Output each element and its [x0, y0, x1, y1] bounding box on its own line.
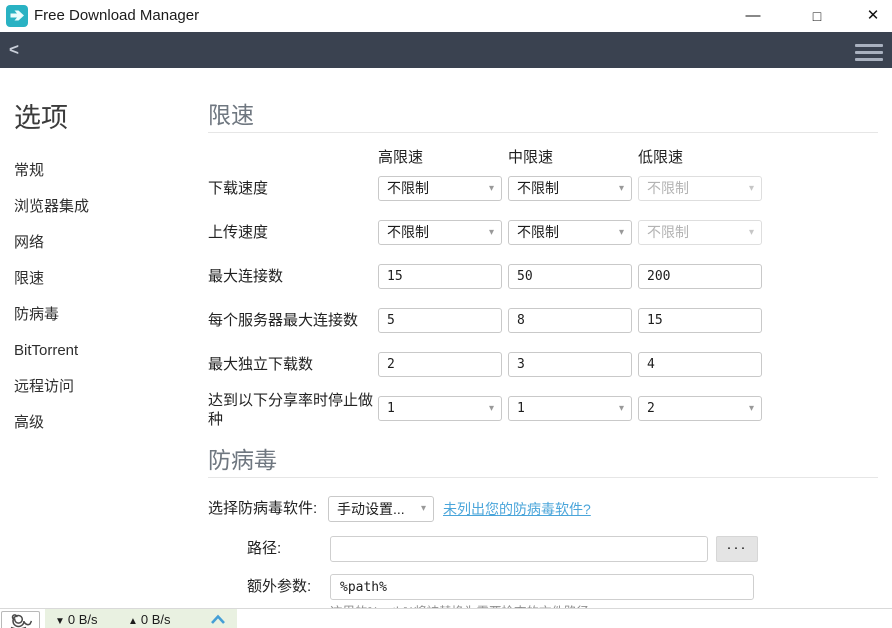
chevron-up-icon[interactable]	[210, 613, 226, 625]
chevron-down-icon: ▾	[619, 177, 624, 200]
path-label: 路径:	[247, 536, 281, 562]
max-downloads-high-input[interactable]	[378, 352, 502, 377]
download-arrow-icon: ▼	[55, 616, 65, 627]
stop-seeding-ratio-label: 达到以下分享率时停止做种	[208, 391, 376, 429]
download-speed-high-select[interactable]: 不限制▾	[378, 176, 502, 201]
chevron-down-icon: ▾	[421, 497, 426, 521]
sidebar-item-remote-access[interactable]: 远程访问	[14, 376, 74, 398]
maximize-button[interactable]: □	[799, 1, 835, 31]
download-speed-label: 下载速度	[208, 176, 376, 201]
browse-button[interactable]: ···	[716, 536, 758, 562]
snail-mode-button[interactable]	[1, 611, 40, 628]
chevron-down-icon: ▾	[489, 397, 494, 420]
upload-speed-label: 上传速度	[208, 220, 376, 245]
chevron-down-icon: ▾	[749, 397, 754, 420]
upload-speed-low-select: 不限制▾	[638, 220, 762, 245]
back-icon[interactable]: <	[9, 32, 19, 68]
column-header-medium: 中限速	[508, 146, 553, 167]
seed-ratio-high-select[interactable]: 1▾	[378, 396, 502, 421]
extra-args-input[interactable]	[330, 574, 754, 600]
antivirus-not-listed-link[interactable]: 未列出您的防病毒软件?	[443, 496, 591, 522]
download-speed-low-select: 不限制▾	[638, 176, 762, 201]
max-connections-per-server-high-input[interactable]	[378, 308, 502, 333]
max-connections-per-server-low-input[interactable]	[638, 308, 762, 333]
upload-speed-high-select[interactable]: 不限制▾	[378, 220, 502, 245]
max-downloads-low-input[interactable]	[638, 352, 762, 377]
max-connections-low-input[interactable]	[638, 264, 762, 289]
max-connections-medium-input[interactable]	[508, 264, 632, 289]
section-title-speed-limit: 限速	[208, 96, 254, 130]
sidebar-title: 选项	[14, 96, 68, 135]
download-speed-medium-select[interactable]: 不限制▾	[508, 176, 632, 201]
seed-ratio-medium-select[interactable]: 1▾	[508, 396, 632, 421]
titlebar: Free Download Manager — □ ✕	[0, 0, 892, 32]
max-downloads-medium-input[interactable]	[508, 352, 632, 377]
max-connections-label: 最大连接数	[208, 264, 376, 289]
menu-icon[interactable]	[855, 44, 883, 65]
fdm-logo-icon	[6, 5, 28, 27]
max-downloads-label: 最大独立下载数	[208, 352, 376, 377]
chevron-down-icon: ▾	[749, 221, 754, 244]
extra-args-label: 额外参数:	[247, 574, 311, 600]
chevron-down-icon: ▾	[749, 177, 754, 200]
chevron-down-icon: ▾	[619, 397, 624, 420]
app-window: Free Download Manager — □ ✕ < 选项 常规 浏览器集…	[0, 0, 892, 628]
extra-args-hint: 这里的%path%将被替换为需要检查的文件路径	[330, 601, 760, 608]
section-divider	[208, 132, 878, 133]
section-title-antivirus: 防病毒	[208, 441, 277, 475]
minimize-button[interactable]: —	[735, 1, 771, 31]
max-connections-per-server-label: 每个服务器最大连接数	[208, 308, 376, 333]
column-header-high: 高限速	[378, 146, 423, 167]
window-title: Free Download Manager	[34, 0, 199, 32]
section-divider	[208, 477, 878, 478]
max-connections-high-input[interactable]	[378, 264, 502, 289]
column-header-low: 低限速	[638, 146, 683, 167]
navbar	[0, 32, 892, 68]
download-speed-status: ▼0 B/s	[55, 609, 98, 628]
close-button[interactable]: ✕	[855, 1, 891, 31]
upload-arrow-icon: ▲	[128, 616, 138, 627]
snail-icon	[8, 614, 32, 628]
choose-antivirus-label: 选择防病毒软件:	[208, 496, 317, 522]
upload-speed-status: ▲0 B/s	[128, 609, 171, 628]
chevron-down-icon: ▾	[489, 177, 494, 200]
antivirus-path-input[interactable]	[330, 536, 708, 562]
antivirus-select[interactable]: 手动设置... ▾	[328, 496, 434, 522]
chevron-down-icon: ▾	[489, 221, 494, 244]
seed-ratio-low-select[interactable]: 2▾	[638, 396, 762, 421]
max-connections-per-server-medium-input[interactable]	[508, 308, 632, 333]
upload-speed-medium-select[interactable]: 不限制▾	[508, 220, 632, 245]
chevron-down-icon: ▾	[619, 221, 624, 244]
